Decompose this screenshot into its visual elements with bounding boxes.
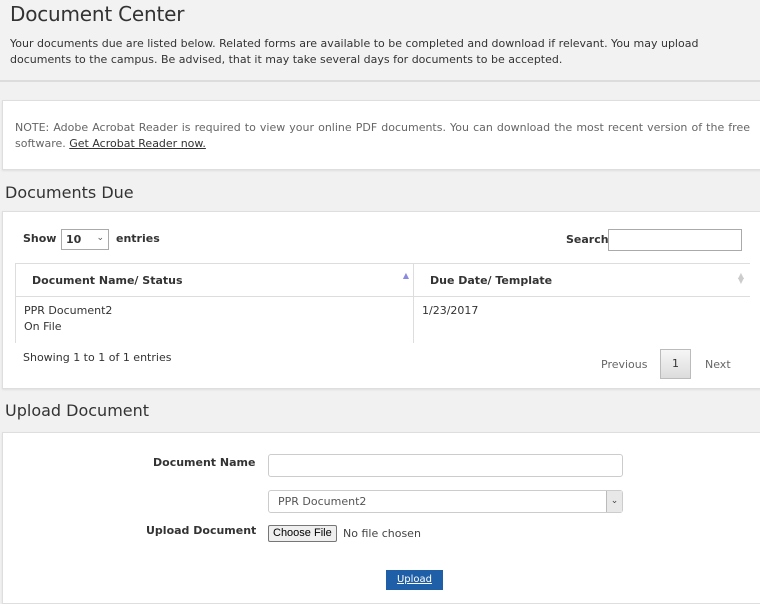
documents-due-panel: Show 10 ⌄ entries Search Document Name/ …	[2, 211, 760, 389]
document-name-input[interactable]	[268, 454, 623, 477]
document-status: On File	[24, 320, 62, 333]
sort-both-icon: ▲ ▼	[737, 271, 744, 285]
chevron-down-icon: ⌄	[96, 233, 104, 243]
entries-label: entries	[116, 232, 160, 245]
table-header-row: Document Name/ Status ▲ Due Date/ Templa…	[15, 263, 750, 297]
column-header-due-date[interactable]: Due Date/ Template ▲ ▼	[413, 263, 750, 297]
due-date-cell: 1/23/2017	[414, 297, 751, 343]
chevron-down-icon: ⌄	[606, 491, 622, 512]
document-name-label: Document Name	[153, 456, 256, 469]
intro-text: Your documents due are listed below. Rel…	[10, 37, 699, 66]
no-file-chosen-text: No file chosen	[343, 527, 421, 540]
choose-file-button[interactable]: Choose File	[268, 525, 337, 542]
table-info: Showing 1 to 1 of 1 entries	[23, 351, 172, 364]
page-title: Document Center	[10, 2, 185, 26]
column-header-label: Document Name/ Status	[32, 273, 183, 287]
upload-document-label: Upload Document	[146, 524, 257, 537]
previous-page-button[interactable]: Previous	[601, 358, 648, 371]
page-1-button[interactable]: 1	[660, 349, 691, 379]
documents-due-title: Documents Due	[5, 183, 134, 202]
document-name: PPR Document2	[24, 304, 113, 317]
search-input[interactable]	[608, 229, 742, 251]
note-text: NOTE: Adobe Acrobat Reader is required t…	[15, 120, 750, 152]
document-name-cell: PPR Document2 On File	[15, 296, 414, 343]
table-row: PPR Document2 On File 1/23/2017	[15, 296, 751, 343]
search-label: Search	[566, 233, 609, 246]
get-acrobat-link[interactable]: Get Acrobat Reader now.	[69, 137, 206, 150]
upload-panel: Document Name PPR Document2 ⌄ Upload Doc…	[2, 432, 760, 604]
show-label: Show	[23, 232, 57, 245]
column-header-label: Due Date/ Template	[430, 273, 553, 287]
document-select-value: PPR Document2	[278, 495, 367, 508]
due-date: 1/23/2017	[422, 304, 479, 317]
document-select[interactable]: PPR Document2 ⌄	[268, 490, 623, 513]
header-panel: Document Center Your documents due are l…	[0, 0, 760, 82]
upload-document-title: Upload Document	[5, 401, 150, 420]
note-panel: NOTE: Adobe Acrobat Reader is required t…	[2, 100, 760, 170]
sort-ascending-icon: ▲	[402, 271, 409, 280]
upload-button[interactable]: Upload	[386, 570, 443, 590]
documents-table: Document Name/ Status ▲ Due Date/ Templa…	[15, 263, 750, 343]
page-length-value: 10	[66, 233, 82, 246]
page-length-select[interactable]: 10 ⌄	[61, 229, 109, 250]
column-header-document-name[interactable]: Document Name/ Status ▲	[15, 263, 414, 297]
next-page-button[interactable]: Next	[705, 358, 731, 371]
